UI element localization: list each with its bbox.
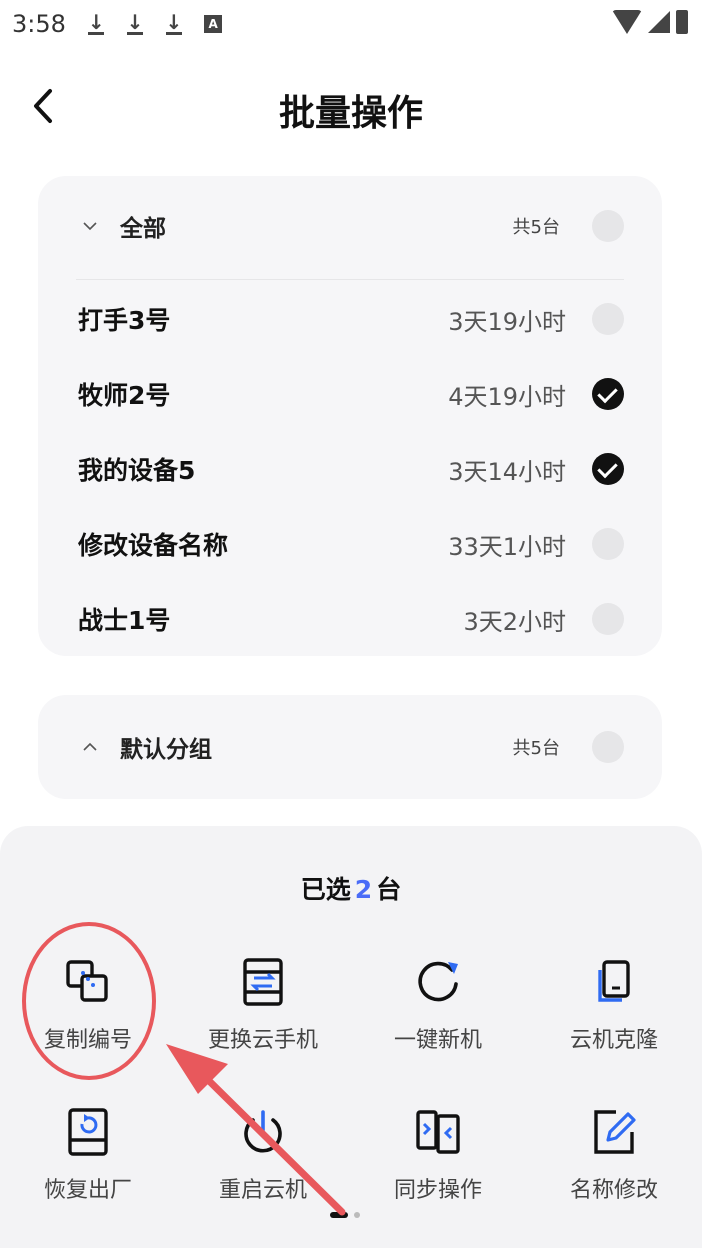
device-row[interactable]: 修改设备名称 33天1小时 [38,507,662,581]
factory-reset-icon [68,1108,108,1156]
group-count: 共5台 [512,738,560,759]
a-badge-icon: A [204,15,223,33]
device-time: 4天19小时 [448,382,566,411]
chevron-down-icon [83,222,97,231]
reboot-button[interactable]: 重启云机 [175,1106,351,1216]
group-header-default[interactable]: 默认分组 共5台 [38,697,662,797]
selected-suffix: 台 [376,875,402,904]
divider [76,279,624,280]
action-label: 云机克隆 [569,1028,658,1053]
rename-button[interactable]: 名称修改 [526,1106,702,1216]
device-name: 战士1号 [78,606,171,635]
battery-icon [676,10,688,34]
device-row[interactable]: 我的设备5 3天14小时 [38,432,662,506]
device-checkbox[interactable] [592,453,624,485]
status-time: 3:58 [12,10,66,38]
page-dot [354,1212,360,1218]
device-name: 牧师2号 [78,381,171,410]
group-name: 全部 [120,216,166,242]
edit-icon [594,1110,636,1154]
device-time: 3天19小时 [448,307,566,336]
swap-phone-icon [243,958,283,1006]
device-name: 打手3号 [78,306,171,335]
new-device-button[interactable]: 一键新机 [350,956,526,1066]
power-icon [244,1110,282,1153]
factory-reset-button[interactable]: 恢复出厂 [0,1106,176,1216]
page-indicator [330,1212,360,1218]
action-label: 一键新机 [393,1028,482,1053]
wifi-icon [612,10,642,34]
selected-prefix: 已选 [300,875,351,904]
device-row[interactable]: 战士1号 3天2小时 [38,582,662,656]
group-count: 共5台 [512,217,560,238]
device-name: 修改设备名称 [78,531,229,560]
clone-icon [598,960,630,1002]
device-name: 我的设备5 [78,456,196,485]
device-row[interactable]: 牧师2号 4天19小时 [38,357,662,431]
device-checkbox[interactable] [592,378,624,410]
download-icon: ↓ [126,10,144,35]
sync-button[interactable]: 同步操作 [350,1106,526,1216]
signal-icon [648,11,670,33]
action-label: 名称修改 [569,1178,658,1203]
status-bar: 3:58 ↓ ↓ ↓ A [0,0,702,48]
device-checkbox[interactable] [592,528,624,560]
select-all-checkbox[interactable] [592,210,624,242]
device-checkbox[interactable] [592,303,624,335]
header: 批量操作 [0,70,702,146]
action-label: 重启云机 [218,1178,307,1203]
device-group-all: 全部 共5台 打手3号 3天19小时 牧师2号 4天19小时 我的设备5 3天1… [38,176,662,656]
refresh-icon [418,961,458,1002]
page-title: 批量操作 [278,93,423,134]
select-group-checkbox[interactable] [592,731,624,763]
selected-count: 2 [354,875,373,904]
group-name: 默认分组 [120,737,212,763]
device-time: 3天14小时 [448,457,566,486]
swap-phone-button[interactable]: 更换云手机 [175,956,351,1066]
download-icon: ↓ [165,10,183,35]
selected-count-title: 已选 2 台 [0,870,702,906]
chevron-up-icon [83,742,97,751]
device-group-default: 默认分组 共5台 [38,695,662,799]
device-checkbox[interactable] [592,603,624,635]
action-label: 恢复出厂 [43,1178,132,1203]
annotation-circle [22,922,156,1080]
device-time: 3天2小时 [463,607,566,636]
device-row[interactable]: 打手3号 3天19小时 [38,282,662,356]
download-icon: ↓ [87,10,105,35]
action-label: 更换云手机 [207,1028,318,1053]
page-dot-active [330,1212,348,1218]
clone-button[interactable]: 云机克隆 [526,956,702,1066]
sync-icon [416,1110,460,1154]
action-label: 同步操作 [393,1178,482,1203]
device-time: 33天1小时 [448,532,566,561]
group-header-all[interactable]: 全部 共5台 [38,176,662,276]
